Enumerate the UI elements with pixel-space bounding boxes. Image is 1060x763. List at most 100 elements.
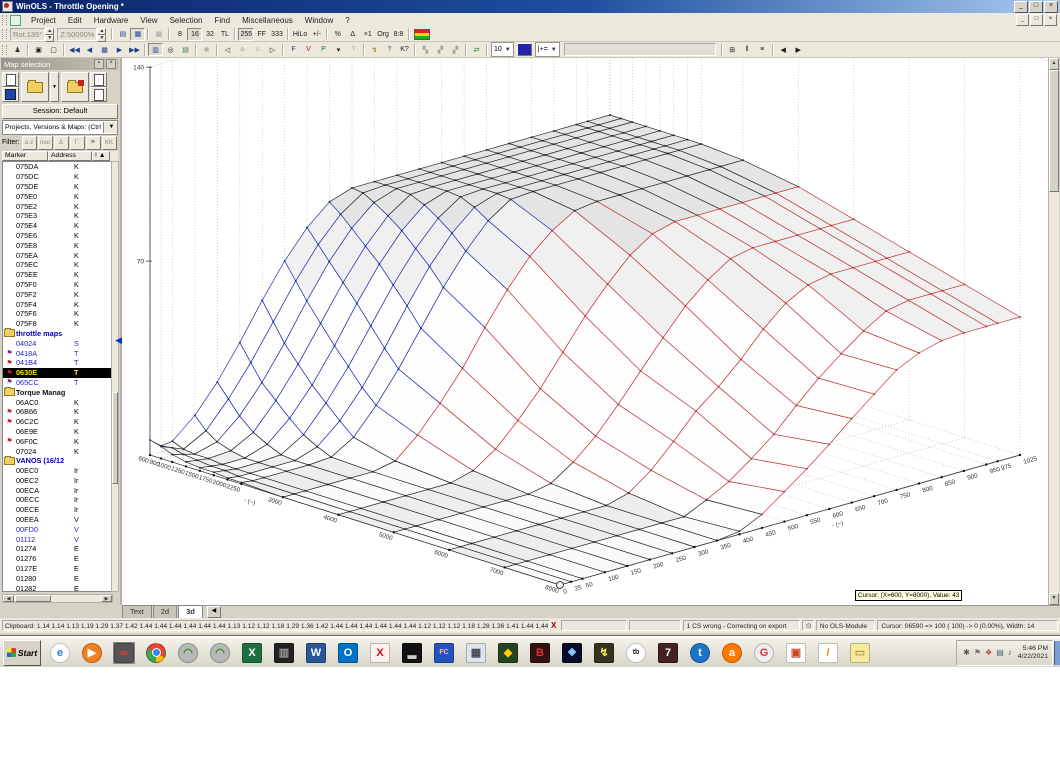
view-mode-combo[interactable]: Projects, Versions & Maps: (Ctrl ▼ bbox=[2, 120, 118, 135]
map-list-row[interactable]: throttle maps bbox=[3, 328, 112, 339]
percent-button[interactable]: % bbox=[330, 28, 345, 41]
map-list-row[interactable]: ⚑ 06C2C K bbox=[3, 417, 112, 427]
taskbar-calculator[interactable]: ▦ bbox=[465, 642, 487, 664]
chart-vscrollbar[interactable]: ▲ ▼ bbox=[1048, 58, 1059, 605]
preview-button[interactable]: ◎ bbox=[163, 43, 178, 56]
hscroll-left-icon[interactable]: ◀ bbox=[3, 595, 14, 602]
new-map-button[interactable] bbox=[90, 87, 107, 102]
help-button[interactable]: ? bbox=[382, 43, 397, 56]
menu-[interactable]: ? bbox=[339, 15, 355, 26]
surface-chart[interactable]: 600 800 1000 1250 1500 1750 2000 2250 3000 4000 50… bbox=[122, 58, 1048, 605]
menu-view[interactable]: View bbox=[134, 15, 163, 26]
taskbar-ie[interactable]: e bbox=[49, 642, 71, 664]
filter-kk-button[interactable]: KK bbox=[101, 135, 117, 150]
map-list-row[interactable]: VANOS (16/12 bbox=[3, 455, 112, 466]
filter-delta-button[interactable]: Δ bbox=[53, 135, 69, 150]
format-hex-button[interactable]: FF bbox=[254, 28, 269, 41]
format-signed-button[interactable]: +/- bbox=[309, 28, 324, 41]
map-list-row[interactable]: 075DC K bbox=[3, 172, 112, 182]
original-version-button[interactable]: ⌂ bbox=[235, 43, 250, 56]
tray-volume[interactable]: ♪ bbox=[1008, 648, 1012, 657]
tab-text[interactable]: Text bbox=[122, 605, 152, 618]
filter-gamma-button[interactable]: Γ. bbox=[69, 135, 85, 150]
format-decimal-button[interactable]: 255 bbox=[238, 27, 255, 41]
hscroll-right-icon[interactable]: ▶ bbox=[101, 595, 112, 602]
panel-close-button[interactable]: × bbox=[106, 59, 116, 69]
map-3d-view[interactable]: 600 800 1000 1250 1500 1750 2000 2250 3000 4000 50… bbox=[122, 58, 1048, 605]
map-list-row[interactable]: Torque Manag bbox=[3, 387, 112, 397]
arrange-icons-button[interactable]: ≡ bbox=[755, 43, 770, 56]
column-header-marker[interactable]: Marker bbox=[2, 151, 48, 161]
map-selection-header[interactable]: Map selection ▪ × bbox=[1, 58, 119, 70]
width-8-button[interactable]: 8 bbox=[172, 28, 187, 41]
map-list-row[interactable]: 07024 K bbox=[3, 446, 112, 456]
map-list-row[interactable]: 075EC K bbox=[3, 260, 112, 270]
taskbar-x-app[interactable]: X bbox=[369, 642, 391, 664]
map-list-row[interactable]: ⚑ 0418A T bbox=[3, 348, 112, 358]
map-list-row[interactable]: 00FD0 V bbox=[3, 524, 112, 534]
map-list-row[interactable]: 01276 E bbox=[3, 554, 112, 564]
tab-scroll-left-button[interactable]: ◀ bbox=[206, 606, 221, 618]
map-list-row[interactable]: 00ECA Ir bbox=[3, 485, 112, 495]
map-list-row[interactable]: 075DA K bbox=[3, 162, 112, 172]
hexdump-button[interactable]: ▤ bbox=[178, 43, 193, 56]
taskbar-flash-app[interactable]: ↯ bbox=[593, 642, 615, 664]
new-project-button[interactable] bbox=[2, 72, 19, 87]
scroll-up-icon[interactable]: ▲ bbox=[1049, 58, 1059, 70]
map-list-row[interactable]: 075E8 K bbox=[3, 240, 112, 250]
map-list-row[interactable]: 075F8 K bbox=[3, 319, 112, 329]
map-list-row[interactable]: 00EC2 Ir bbox=[3, 476, 112, 486]
map-list-row[interactable]: 075EA K bbox=[3, 250, 112, 260]
spin-down-icon[interactable]: ▼ bbox=[97, 34, 107, 42]
menu-selection[interactable]: Selection bbox=[164, 15, 209, 26]
show-v-button[interactable]: V bbox=[301, 43, 316, 56]
format-333-button[interactable]: 333 bbox=[269, 28, 285, 41]
checksum-button[interactable]: ↯ bbox=[367, 43, 382, 56]
menu-project[interactable]: Project bbox=[25, 15, 62, 26]
clipboard-clear-icon[interactable]: X bbox=[551, 621, 556, 630]
export-button[interactable]: ⇄ bbox=[469, 43, 484, 56]
panel-pin-button[interactable]: ▪ bbox=[94, 59, 104, 69]
mdi-restore-button[interactable]: □ bbox=[1030, 14, 1043, 26]
import-file-button[interactable] bbox=[61, 72, 89, 102]
taskbar-tb-app[interactable]: tb bbox=[625, 642, 647, 664]
spin-up-icon[interactable]: ▲ bbox=[97, 27, 107, 35]
map-list-row[interactable]: 00ECE Ir bbox=[3, 505, 112, 515]
taskbar-fc-app[interactable]: FC bbox=[433, 642, 455, 664]
map-list-row[interactable]: 06AC0 K bbox=[3, 397, 112, 407]
led-colorbar-button[interactable] bbox=[412, 28, 432, 41]
menu-miscellaneous[interactable]: Miscellaneous bbox=[236, 15, 299, 26]
map-list-row[interactable]: 075F6 K bbox=[3, 309, 112, 319]
map-list-vscrollbar[interactable] bbox=[111, 161, 119, 592]
taskbar-chrome[interactable] bbox=[145, 642, 167, 664]
close-button[interactable]: × bbox=[1044, 0, 1058, 13]
taskbar-folder[interactable]: ▭ bbox=[849, 642, 871, 664]
taskbar-console[interactable]: ▂ bbox=[401, 642, 423, 664]
nav-last-button[interactable]: ▶▶ bbox=[127, 43, 142, 56]
map-list-row[interactable]: 00ECC Ir bbox=[3, 495, 112, 505]
scroll-down-icon[interactable]: ▼ bbox=[1049, 593, 1059, 605]
map-list-row[interactable]: ⚑ 0630E T bbox=[3, 367, 112, 378]
next-version-button[interactable]: ▷ bbox=[265, 43, 280, 56]
taskbar-winols[interactable]: ∞ bbox=[113, 641, 135, 664]
view-2d-button[interactable]: ▤ bbox=[115, 28, 130, 41]
map-list-row[interactable]: 075EE K bbox=[3, 270, 112, 280]
show-f-button[interactable]: F bbox=[286, 43, 301, 56]
map-list-row[interactable]: 075E3 K bbox=[3, 211, 112, 221]
taskbar-excel[interactable]: X bbox=[241, 642, 263, 664]
format-hilo-button[interactable]: HiLo bbox=[291, 28, 309, 41]
taskbar-cubes-app[interactable]: ❖ bbox=[561, 642, 583, 664]
mdi-close-button[interactable]: × bbox=[1044, 14, 1057, 26]
map-list-row[interactable]: 01282 E bbox=[3, 583, 112, 591]
map-list-row[interactable]: ⚑ 06B66 K bbox=[3, 407, 112, 417]
map-list-row[interactable]: 00EC0 Ir bbox=[3, 466, 112, 476]
scroll-left-button[interactable]: ◀ bbox=[776, 43, 791, 56]
show-p-dropdown[interactable]: ▾ bbox=[331, 43, 346, 56]
map-list-row[interactable]: 0127E E bbox=[3, 564, 112, 574]
combo-dropdown-icon[interactable]: ▼ bbox=[103, 122, 117, 133]
map-list-hscrollbar[interactable]: ◀ ▶ bbox=[2, 594, 113, 603]
user-button[interactable]: ♟ bbox=[10, 43, 25, 56]
version-home-button[interactable]: ⌂ bbox=[250, 43, 265, 56]
tray-accessibility[interactable]: ✱ bbox=[963, 648, 970, 657]
taskbar-b-app[interactable]: B bbox=[529, 642, 551, 664]
